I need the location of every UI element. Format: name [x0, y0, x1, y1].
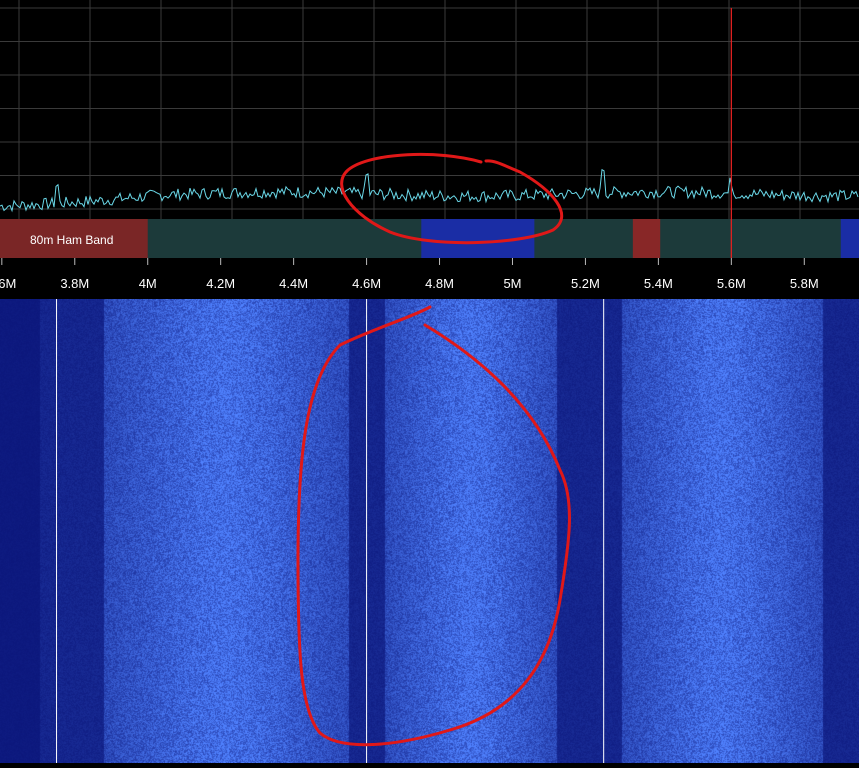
axis-tick-label: 4.6M [352, 276, 381, 291]
waterfall-display[interactable] [0, 299, 859, 763]
axis-tick-label: 4.8M [425, 276, 454, 291]
axis-tick-label: 3.8M [60, 276, 89, 291]
band-blue-2[interactable] [840, 219, 859, 258]
band-blue-1[interactable] [421, 219, 535, 258]
band-label: 80m Ham Band [30, 233, 113, 247]
spectrum-plot[interactable]: 80m Ham Band 3.6M 3.8M 4M 4.2M 4.4M 4.6M 4.8M 5… [0, 0, 859, 299]
axis-tick-label: 4.2M [206, 276, 235, 291]
frequency-axis[interactable]: 3.6M 3.8M 4M 4.2M 4.4M 4.6M 4.8M 5M 5.2M 5.4M 5.6M… [0, 258, 819, 291]
band-plan[interactable]: 80m Ham Band [0, 219, 859, 258]
axis-tick-label: 4.4M [279, 276, 308, 291]
spectrum-display[interactable]: 80m Ham Band 3.6M 3.8M 4M 4.2M 4.4M 4.6M 4.8M 5… [0, 0, 859, 299]
axis-tick-label: 5.4M [644, 276, 673, 291]
axis-tick-label: 5M [503, 276, 521, 291]
axis-tick-label: 5.8M [790, 276, 819, 291]
axis-tick-label: 5.2M [571, 276, 600, 291]
axis-tick-label: 3.6M [0, 276, 16, 291]
band-red-2[interactable] [632, 219, 661, 258]
waterfall-markers [56, 299, 605, 763]
axis-tick-label: 4M [139, 276, 157, 291]
axis-tick-label: 5.6M [717, 276, 746, 291]
